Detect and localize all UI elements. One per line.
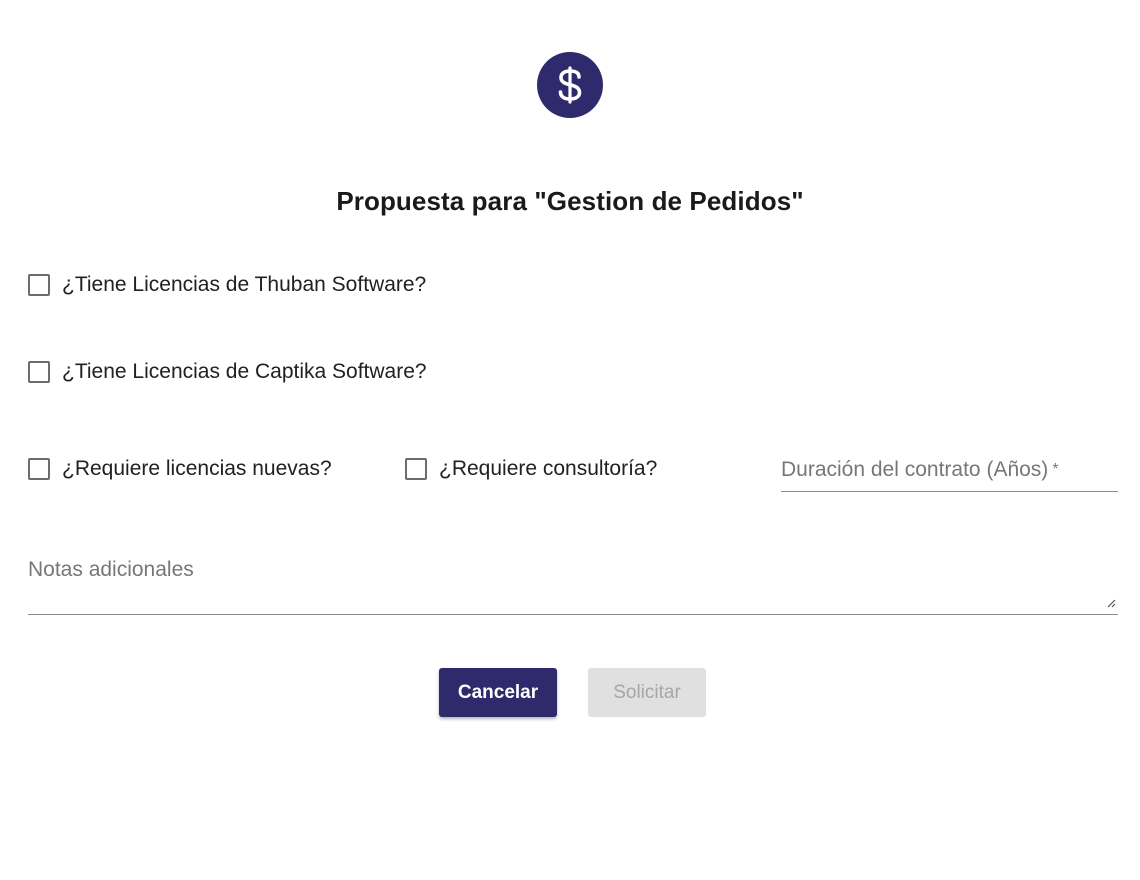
captika-licenses-option[interactable]: ¿Tiene Licencias de Captika Software? (28, 360, 427, 384)
thuban-licenses-option[interactable]: ¿Tiene Licencias de Thuban Software? (28, 273, 426, 297)
new-licenses-option[interactable]: ¿Requiere licencias nuevas? (28, 457, 332, 481)
dollar-icon (537, 52, 603, 118)
consulting-label: ¿Requiere consultoría? (439, 457, 658, 480)
captika-licenses-label: ¿Tiene Licencias de Captika Software? (62, 360, 427, 383)
resize-handle-icon[interactable] (1106, 598, 1116, 608)
contract-duration-input[interactable] (781, 450, 1122, 492)
submit-button: Solicitar (588, 668, 706, 717)
contract-duration-field[interactable]: Duración del contrato (Años) * (781, 450, 1122, 492)
page-title: Propuesta para "Gestion de Pedidos" (336, 186, 804, 216)
additional-notes-field[interactable]: Notas adicionales (28, 548, 1122, 616)
thuban-licenses-label: ¿Tiene Licencias de Thuban Software? (62, 273, 427, 296)
additional-notes-textarea[interactable] (28, 548, 1122, 616)
proposal-form: Propuesta para "Gestion de Pedidos" ¿Tie… (0, 0, 1140, 880)
consulting-checkbox[interactable] (405, 458, 427, 480)
thuban-licenses-checkbox[interactable] (28, 274, 50, 296)
new-licenses-label: ¿Requiere licencias nuevas? (62, 457, 332, 480)
captika-licenses-checkbox[interactable] (28, 361, 50, 383)
new-licenses-checkbox[interactable] (28, 458, 50, 480)
cancel-button[interactable]: Cancelar (439, 668, 557, 717)
consulting-option[interactable]: ¿Requiere consultoría? (405, 457, 657, 481)
